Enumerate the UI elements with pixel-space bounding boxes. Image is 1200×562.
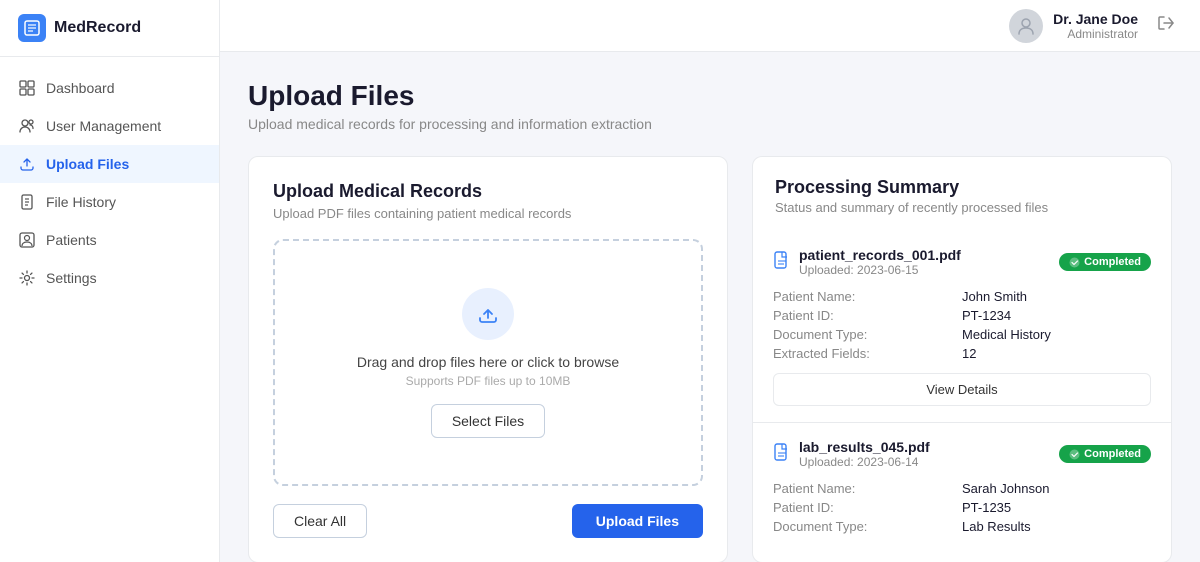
label-doc-type-2: Document Type: bbox=[773, 519, 962, 534]
summary-header: Processing Summary Status and summary of… bbox=[752, 156, 1172, 231]
summary-subtitle: Status and summary of recently processed… bbox=[775, 200, 1149, 215]
status-badge-2-label: Completed bbox=[1084, 448, 1141, 460]
patients-icon bbox=[18, 231, 36, 249]
status-badge-1-label: Completed bbox=[1084, 256, 1141, 268]
sidebar-item-file-history-label: File History bbox=[46, 194, 116, 210]
value-patient-name-2: Sarah Johnson bbox=[962, 481, 1151, 496]
dashboard-icon bbox=[18, 79, 36, 97]
value-patient-id-1: PT-1234 bbox=[962, 308, 1151, 323]
sidebar-item-user-management[interactable]: User Management bbox=[0, 107, 219, 145]
page-title: Upload Files bbox=[248, 80, 1172, 112]
clear-all-button[interactable]: Clear All bbox=[273, 504, 367, 538]
label-doc-type-1: Document Type: bbox=[773, 327, 962, 342]
sidebar-item-upload-files[interactable]: Upload Files bbox=[0, 145, 219, 183]
status-badge-2: Completed bbox=[1059, 445, 1151, 463]
app-name: MedRecord bbox=[54, 19, 141, 37]
sidebar-item-dashboard-label: Dashboard bbox=[46, 80, 115, 96]
user-text: Dr. Jane Doe Administrator bbox=[1053, 11, 1138, 41]
page-content: Upload Files Upload medical records for … bbox=[220, 52, 1200, 562]
file-card-1-header: patient_records_001.pdf Uploaded: 2023-0… bbox=[773, 247, 1151, 277]
avatar bbox=[1009, 9, 1043, 43]
users-icon bbox=[18, 117, 36, 135]
label-patient-id-2: Patient ID: bbox=[773, 500, 962, 515]
file-name-row-2: lab_results_045.pdf Uploaded: 2023-06-14 bbox=[773, 439, 930, 469]
label-patient-name-1: Patient Name: bbox=[773, 289, 962, 304]
value-extracted-fields-1: 12 bbox=[962, 346, 1151, 361]
status-badge-1: Completed bbox=[1059, 253, 1151, 271]
drop-zone[interactable]: Drag and drop files here or click to bro… bbox=[273, 239, 703, 486]
sidebar-item-settings-label: Settings bbox=[46, 270, 97, 286]
sidebar-item-patients[interactable]: Patients bbox=[0, 221, 219, 259]
value-patient-name-1: John Smith bbox=[962, 289, 1151, 304]
app-logo-icon bbox=[18, 14, 46, 42]
summary-panel: Processing Summary Status and summary of… bbox=[752, 156, 1172, 562]
label-patient-name-2: Patient Name: bbox=[773, 481, 962, 496]
file-card-1: patient_records_001.pdf Uploaded: 2023-0… bbox=[752, 231, 1172, 423]
upload-panel-title: Upload Medical Records bbox=[273, 181, 703, 202]
sidebar-item-file-history[interactable]: File History bbox=[0, 183, 219, 221]
file-info-2: lab_results_045.pdf Uploaded: 2023-06-14 bbox=[799, 439, 930, 469]
select-files-button[interactable]: Select Files bbox=[431, 404, 545, 438]
sidebar-item-user-management-label: User Management bbox=[46, 118, 161, 134]
file-date-2: Uploaded: 2023-06-14 bbox=[799, 455, 930, 469]
file-icon-2 bbox=[773, 443, 791, 466]
user-role: Administrator bbox=[1053, 27, 1138, 41]
sidebar-nav: Dashboard User Management Upload Files bbox=[0, 57, 219, 562]
settings-icon bbox=[18, 269, 36, 287]
file-card-2-header: lab_results_045.pdf Uploaded: 2023-06-14… bbox=[773, 439, 1151, 469]
page-subtitle: Upload medical records for processing an… bbox=[248, 116, 1172, 132]
upload-files-button[interactable]: Upload Files bbox=[572, 504, 703, 538]
sidebar: MedRecord Dashboard bbox=[0, 0, 220, 562]
drop-text: Drag and drop files here or click to bro… bbox=[357, 354, 619, 370]
user-info: Dr. Jane Doe Administrator bbox=[1009, 9, 1176, 43]
sidebar-item-patients-label: Patients bbox=[46, 232, 97, 248]
file-history-icon bbox=[18, 193, 36, 211]
file-name-row-1: patient_records_001.pdf Uploaded: 2023-0… bbox=[773, 247, 961, 277]
file-info-1: patient_records_001.pdf Uploaded: 2023-0… bbox=[799, 247, 961, 277]
file-details-1: Patient Name: John Smith Patient ID: PT-… bbox=[773, 289, 1151, 361]
upload-icon bbox=[18, 155, 36, 173]
app-logo: MedRecord bbox=[0, 0, 219, 57]
upload-panel-subtitle: Upload PDF files containing patient medi… bbox=[273, 206, 703, 221]
upload-panel: Upload Medical Records Upload PDF files … bbox=[248, 156, 728, 562]
value-doc-type-1: Medical History bbox=[962, 327, 1151, 342]
topbar: Dr. Jane Doe Administrator bbox=[220, 0, 1200, 52]
main-area: Dr. Jane Doe Administrator Upload Files … bbox=[220, 0, 1200, 562]
file-name-1: patient_records_001.pdf bbox=[799, 247, 961, 263]
value-patient-id-2: PT-1235 bbox=[962, 500, 1151, 515]
summary-title: Processing Summary bbox=[775, 177, 1149, 198]
view-details-button-1[interactable]: View Details bbox=[773, 373, 1151, 406]
main-columns: Upload Medical Records Upload PDF files … bbox=[248, 156, 1172, 562]
sidebar-item-dashboard[interactable]: Dashboard bbox=[0, 69, 219, 107]
user-name: Dr. Jane Doe bbox=[1053, 11, 1138, 27]
file-icon-1 bbox=[773, 251, 791, 274]
summary-cards: patient_records_001.pdf Uploaded: 2023-0… bbox=[752, 231, 1172, 562]
logout-icon[interactable] bbox=[1156, 13, 1176, 38]
sidebar-item-settings[interactable]: Settings bbox=[0, 259, 219, 297]
label-patient-id-1: Patient ID: bbox=[773, 308, 962, 323]
file-card-2: lab_results_045.pdf Uploaded: 2023-06-14… bbox=[752, 423, 1172, 562]
file-name-2: lab_results_045.pdf bbox=[799, 439, 930, 455]
upload-icon-circle bbox=[462, 288, 514, 340]
label-extracted-fields-1: Extracted Fields: bbox=[773, 346, 962, 361]
panel-actions: Clear All Upload Files bbox=[273, 504, 703, 538]
file-date-1: Uploaded: 2023-06-15 bbox=[799, 263, 961, 277]
file-details-2: Patient Name: Sarah Johnson Patient ID: … bbox=[773, 481, 1151, 534]
value-doc-type-2: Lab Results bbox=[962, 519, 1151, 534]
drop-hint: Supports PDF files up to 10MB bbox=[406, 374, 571, 388]
sidebar-item-upload-files-label: Upload Files bbox=[46, 156, 129, 172]
